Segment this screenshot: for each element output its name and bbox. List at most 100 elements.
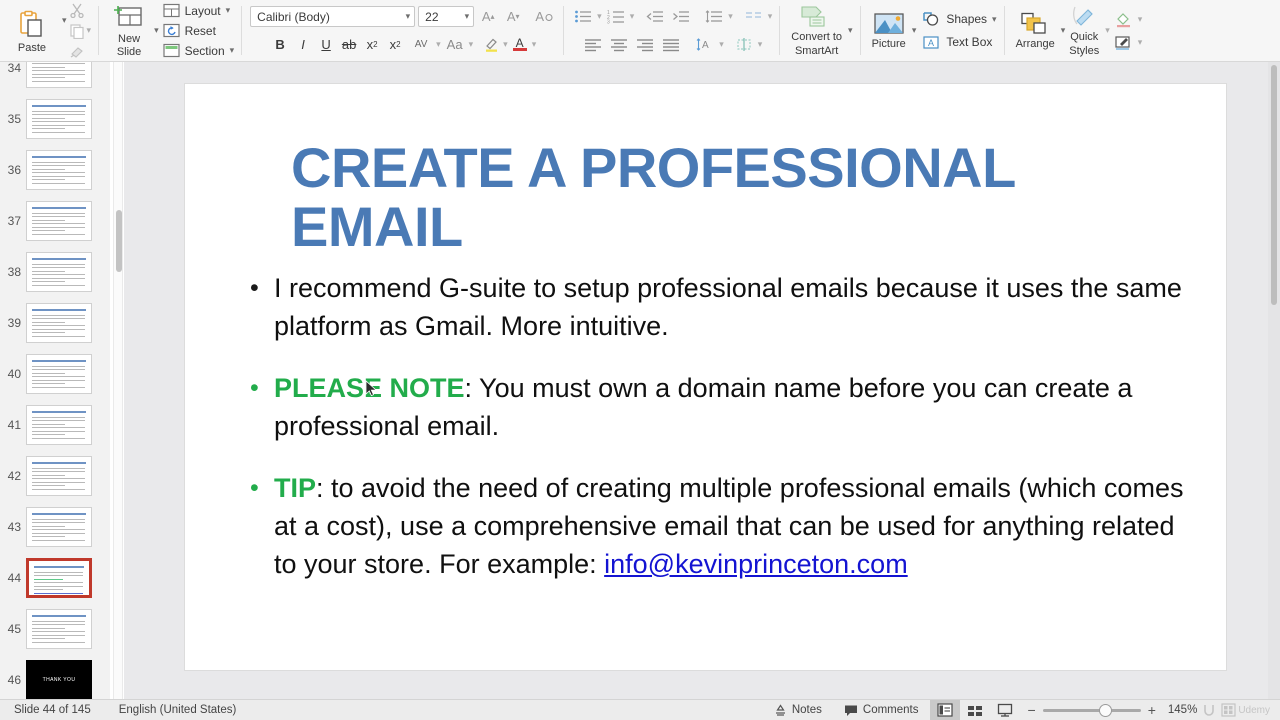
shapes-button[interactable]: Shapes ▾ [922, 9, 997, 30]
zoom-percentage[interactable]: 145% [1164, 704, 1203, 716]
text-highlight-button[interactable] [480, 34, 502, 55]
cut-button[interactable] [69, 1, 92, 19]
subscript-button[interactable]: x2 [384, 34, 406, 55]
section-chevron-icon[interactable]: ▾ [230, 46, 235, 55]
align-text-button[interactable] [732, 34, 756, 55]
picture-button[interactable]: Picture [868, 12, 910, 50]
slide-thumbnail-preview[interactable] [26, 302, 92, 343]
slide-thumbnail-preview[interactable] [26, 608, 92, 649]
copy-chevron-icon[interactable]: ▾ [87, 26, 92, 35]
slide-thumbnail-preview[interactable] [26, 62, 92, 88]
shape-fill-chevron-icon[interactable]: ▾ [1138, 14, 1143, 24]
notes-button[interactable]: Notes [763, 700, 833, 720]
layout-button[interactable]: Layout ▾ [162, 1, 235, 20]
font-size-input[interactable]: 22 ▾ [418, 6, 475, 27]
reset-button[interactable]: Reset [162, 21, 235, 40]
arrange-button[interactable]: Arrange [1012, 12, 1059, 50]
font-name-input[interactable]: Calibri (Body) ▾ [250, 6, 416, 27]
slide-thumbnail-item[interactable]: 43 [0, 501, 110, 552]
slide-bullet[interactable]: • TIP: to avoid the need of creating mult… [240, 469, 1200, 583]
slide-area-scrollbar[interactable] [1268, 62, 1280, 699]
quick-styles-button[interactable]: Quick Styles [1065, 5, 1103, 57]
slide-thumbnail-preview[interactable] [26, 251, 92, 292]
language-indicator[interactable]: English (United States) [105, 704, 251, 716]
slide-sorter-button[interactable] [960, 700, 990, 720]
slide-thumbnail-preview[interactable] [26, 455, 92, 496]
bold-button[interactable]: B [269, 34, 291, 55]
convert-to-smartart-button[interactable]: Convert to SmartArt [787, 5, 846, 57]
zoom-out-button[interactable]: − [1028, 702, 1036, 718]
slide-thumbnail-item[interactable]: 36 [0, 144, 110, 195]
increase-indent-button[interactable] [669, 6, 693, 27]
decrease-indent-button[interactable] [643, 6, 667, 27]
font-color-button[interactable]: A [509, 34, 531, 55]
bullet-text[interactable]: TIP: to avoid the need of creating multi… [274, 469, 1200, 583]
strikethrough-button[interactable]: ab [338, 34, 360, 55]
slide-counter[interactable]: Slide 44 of 145 [0, 704, 105, 716]
change-case-button[interactable]: Aa [442, 34, 468, 55]
align-left-button[interactable] [581, 34, 605, 55]
slide-thumbnail-item[interactable]: 40 [0, 348, 110, 399]
layout-chevron-icon[interactable]: ▾ [226, 6, 231, 15]
line-spacing-button[interactable] [702, 6, 726, 27]
bullets-chevron-icon[interactable]: ▾ [597, 12, 602, 21]
zoom-slider[interactable]: − + [1020, 702, 1164, 718]
text-direction-button[interactable]: A [693, 34, 717, 55]
superscript-button[interactable]: x2 [361, 34, 383, 55]
format-painter-button[interactable] [69, 43, 92, 61]
smartart-chevron-icon[interactable]: ▾ [848, 26, 853, 35]
slide-thumbnail-preview[interactable] [26, 200, 92, 241]
highlight-chevron-icon[interactable]: ▾ [503, 40, 508, 49]
comments-button[interactable]: Comments [833, 700, 930, 720]
line-spacing-chevron-icon[interactable]: ▾ [728, 12, 733, 21]
slide-thumbnail-preview[interactable]: THANK YOU [26, 659, 92, 699]
justify-button[interactable] [659, 34, 683, 55]
underline-button[interactable]: U [315, 34, 337, 55]
grow-font-button[interactable]: A ▴ [477, 6, 499, 27]
copy-button[interactable]: ▾ [69, 22, 92, 40]
change-case-chevron-icon[interactable]: ▾ [469, 40, 474, 49]
email-hyperlink[interactable]: info@kevinprinceton.com [604, 549, 908, 579]
bullet-text[interactable]: I recommend G-suite to setup professiona… [274, 269, 1200, 345]
slide-thumbnail-item[interactable]: 46 THANK YOU [0, 654, 110, 699]
slide-thumbnail-item[interactable]: 39 [0, 297, 110, 348]
italic-button[interactable]: I [292, 34, 314, 55]
section-button[interactable]: Section ▾ [162, 41, 235, 60]
character-spacing-button[interactable]: AV [407, 34, 435, 55]
shape-fill-button[interactable]: ▾ [1114, 9, 1143, 30]
slide-thumbnail-item[interactable]: 34 [0, 62, 110, 93]
zoom-track[interactable] [1042, 703, 1141, 717]
slide-thumbnail-preview[interactable] [26, 353, 92, 394]
slide-thumbnail-item[interactable]: 35 [0, 93, 110, 144]
columns-button[interactable] [742, 6, 766, 27]
slide-editing-area[interactable]: CREATE A PROFESSIONAL EMAIL • I recommend… [124, 62, 1280, 699]
slide-title[interactable]: CREATE A PROFESSIONAL EMAIL [291, 138, 1161, 257]
bullet-text[interactable]: PLEASE NOTE: You must own a domain name … [274, 369, 1200, 445]
slide-bullet[interactable]: • I recommend G-suite to setup profession… [240, 269, 1200, 345]
font-color-chevron-icon[interactable]: ▾ [532, 40, 537, 49]
slide-area-scrollbar-thumb[interactable] [1271, 65, 1277, 305]
zoom-in-button[interactable]: + [1148, 702, 1156, 718]
slide-thumbnail-item[interactable]: 37 [0, 195, 110, 246]
font-name-chevron-icon[interactable]: ▾ [406, 12, 411, 21]
new-slide-button[interactable]: New Slide [106, 4, 152, 58]
paste-button[interactable]: Paste [4, 8, 60, 54]
numbering-button[interactable]: 123 [604, 6, 628, 27]
slide-thumbnail-preview[interactable] [26, 149, 92, 190]
shapes-chevron-icon[interactable]: ▾ [992, 14, 997, 24]
text-direction-chevron-icon[interactable]: ▾ [719, 40, 724, 49]
clear-formatting-button[interactable]: A [533, 6, 555, 27]
slide-bullet[interactable]: • PLEASE NOTE: You must own a domain name… [240, 369, 1200, 445]
zoom-knob[interactable] [1098, 703, 1112, 717]
shape-format-chevron-icon[interactable]: ▾ [1138, 37, 1143, 47]
slide-thumbnail-preview[interactable] [26, 506, 92, 547]
columns-chevron-icon[interactable]: ▾ [768, 12, 773, 21]
slide-thumbnail-item[interactable]: 44 [0, 552, 110, 603]
slideshow-button[interactable] [990, 700, 1020, 720]
bullets-button[interactable] [571, 6, 595, 27]
normal-view-button[interactable] [929, 699, 960, 720]
current-slide[interactable]: CREATE A PROFESSIONAL EMAIL • I recommend… [185, 84, 1226, 670]
slide-thumbnail-preview[interactable] [26, 98, 92, 139]
align-center-button[interactable] [607, 34, 631, 55]
align-right-button[interactable] [633, 34, 657, 55]
